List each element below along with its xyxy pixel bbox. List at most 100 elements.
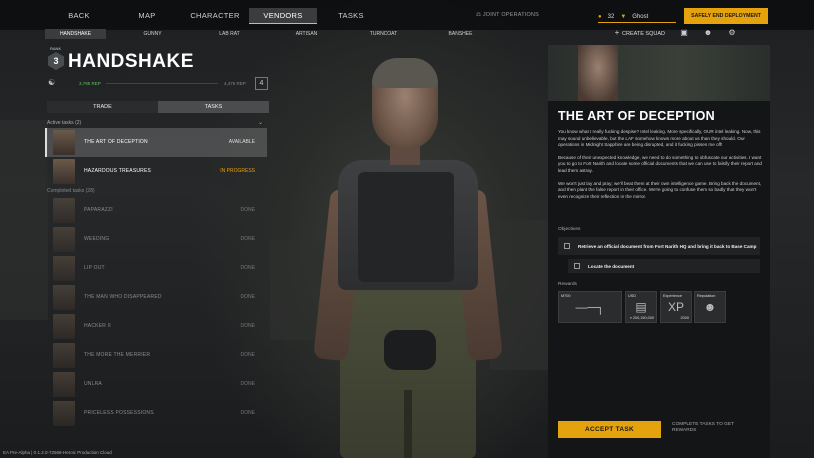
task-row[interactable]: WEEDING DONE	[45, 225, 267, 254]
vendor-tab-turncoat[interactable]: TURNCOAT	[353, 29, 414, 39]
coin-icon: ●	[598, 13, 602, 20]
chat-icon[interactable]: ▣	[679, 28, 689, 37]
handshake-icon: ☯	[48, 78, 56, 87]
reward-amount: ¤ 200,150,000	[629, 316, 654, 320]
cash-icon: ▤	[635, 300, 647, 314]
build-info: EA Pre-Alpha | 0.1.2.0-72568-Heroic Prod…	[3, 450, 112, 455]
task-name: HACKER II	[84, 323, 111, 329]
vendor-portrait	[53, 256, 75, 281]
tab-tasks[interactable]: TASKS	[158, 101, 269, 113]
task-row[interactable]: THE MAN WHO DISAPPEARED DONE	[45, 283, 267, 312]
accept-task-button[interactable]: ACCEPT TASK	[558, 421, 661, 438]
chevron-down-icon: ⌄	[257, 120, 263, 126]
vendor-tab-handshake[interactable]: HANDSHAKE	[45, 29, 106, 39]
vendor-name: HANDSHAKE	[68, 51, 194, 72]
trade-tasks-tabs: TRADE TASKS	[47, 101, 269, 113]
task-name: PAPARAZZI	[84, 207, 113, 213]
rewards-label: Rewards	[558, 282, 577, 287]
nav-map[interactable]: MAP	[113, 8, 181, 24]
active-tasks-label: Active tasks (2)	[47, 120, 82, 126]
accept-hint: COMPLETE TASKS TO GET REWARDS	[672, 422, 734, 433]
task-row[interactable]: PAPARAZZI DONE	[45, 196, 267, 225]
objectives-label: Objectives	[558, 227, 581, 232]
task-status: DONE	[240, 410, 255, 416]
create-squad-label: CREATE SQUAD	[622, 31, 665, 37]
main-nav: BACK MAP CHARACTER VENDORS TASKS	[45, 8, 385, 24]
task-name: PRICELESS POSSESSIONS	[84, 410, 154, 416]
task-row[interactable]: HAZARDOUS TREASURES IN PROGRESS	[45, 157, 267, 186]
task-row[interactable]: UNLRA DONE	[45, 370, 267, 399]
rep-progress-track	[106, 83, 218, 84]
reward-title: Reputation	[697, 294, 716, 298]
active-tasks-header[interactable]: Active tasks (2) ⌄	[45, 118, 267, 128]
task-status: AVAILABLE	[228, 139, 255, 145]
vendor-portrait	[53, 314, 75, 339]
quest-detail-panel: THE ART OF DECEPTION You know what I rea…	[548, 45, 770, 458]
task-status: DONE	[240, 381, 255, 387]
vendor-tab-lab-rat[interactable]: LAB RAT	[199, 29, 260, 39]
rep-current: 3,795 REP	[79, 81, 101, 86]
vendor-portrait	[53, 372, 75, 397]
rep-next: 4,475 REP	[224, 81, 246, 86]
nav-vendors[interactable]: VENDORS	[249, 8, 317, 24]
objective-text: Locate the document	[588, 263, 635, 269]
vendor-portrait	[53, 130, 75, 155]
reward-title: M700	[561, 294, 571, 298]
bg-shelf	[0, 120, 48, 320]
task-row[interactable]: LIP OUT DONE	[45, 254, 267, 283]
reward-title: Experience	[663, 294, 682, 298]
vendor-portrait	[53, 401, 75, 426]
shield-icon: ▼	[620, 13, 627, 20]
friends-icon[interactable]: ☻	[703, 28, 713, 37]
task-row[interactable]: THE MORE THE MERRIER DONE	[45, 341, 267, 370]
vendor-portrait-large	[578, 45, 618, 101]
nav-back[interactable]: BACK	[45, 8, 113, 24]
vendor-tab-banshee[interactable]: BANSHEE	[430, 29, 491, 39]
task-status: IN PROGRESS	[220, 168, 255, 174]
reward-experience[interactable]: Experience XP 2000	[660, 291, 692, 323]
reward-usd[interactable]: USD ▤ ¤ 200,150,000	[625, 291, 657, 323]
task-name: WEEDING	[84, 236, 110, 242]
xp-icon: XP	[667, 300, 684, 314]
safely-end-deployment-button[interactable]: SAFELY END DEPLOYMENT	[684, 8, 768, 24]
nav-character[interactable]: CHARACTER	[181, 8, 249, 24]
nav-tasks[interactable]: TASKS	[317, 8, 385, 24]
reward-reputation[interactable]: Reputation ☻	[694, 291, 726, 323]
rifle-icon: —─┐	[575, 300, 605, 314]
task-name: THE ART OF DECEPTION	[84, 139, 148, 145]
create-squad-button[interactable]: + CREATE SQUAD	[612, 28, 665, 37]
quest-paragraph: Because of their unexpected knowledge, w…	[558, 154, 762, 173]
task-row[interactable]: HACKER II DONE	[45, 312, 267, 341]
vendor-face-icon: ☻	[703, 300, 717, 314]
task-row[interactable]: THE ART OF DECEPTION AVAILABLE	[45, 128, 267, 157]
vendor-tabs: HANDSHAKE GUNNY LAB RAT ARTISAN TURNCOAT…	[45, 29, 507, 39]
joint-operations-link[interactable]: ⚖ JOINT OPERATIONS	[476, 12, 539, 18]
task-status: DONE	[240, 294, 255, 300]
quest-paragraph: You know what I really fucking despise? …	[558, 129, 761, 148]
rank-label: RANK	[50, 46, 62, 51]
task-name: LIP OUT	[84, 265, 105, 271]
reward-weapon[interactable]: M700 —─┐	[558, 291, 622, 323]
vendor-portrait	[53, 227, 75, 252]
task-name: THE MORE THE MERRIER	[84, 352, 151, 358]
task-list: Active tasks (2) ⌄ THE ART OF DECEPTION AV…	[45, 118, 267, 428]
task-status: DONE	[240, 352, 255, 358]
joint-operations-label: JOINT OPERATIONS	[482, 12, 540, 18]
vendor-tab-artisan[interactable]: ARTISAN	[276, 29, 337, 39]
completed-tasks-header[interactable]: Completed tasks (28)	[45, 186, 267, 196]
task-name: THE MAN WHO DISAPPEARED	[84, 294, 162, 300]
task-row[interactable]: PRICELESS POSSESSIONS DONE	[45, 399, 267, 428]
tab-trade[interactable]: TRADE	[47, 101, 158, 113]
currency-amount: 32	[607, 13, 615, 20]
objective-item: Locate the document	[568, 259, 760, 273]
task-name: UNLRA	[84, 381, 102, 387]
gear-icon[interactable]: ⚙	[727, 28, 737, 37]
vendor-portrait	[53, 343, 75, 368]
quest-paragraph: We won't just lay and pray; we'll beat t…	[558, 180, 762, 199]
plus-icon: +	[614, 28, 620, 37]
vendor-tab-gunny[interactable]: GUNNY	[122, 29, 183, 39]
reputation-bar: ☯ 3,795 REP 4,475 REP 4	[48, 77, 269, 90]
checkbox-icon	[574, 263, 580, 269]
task-status: DONE	[240, 236, 255, 242]
task-status: DONE	[240, 323, 255, 329]
